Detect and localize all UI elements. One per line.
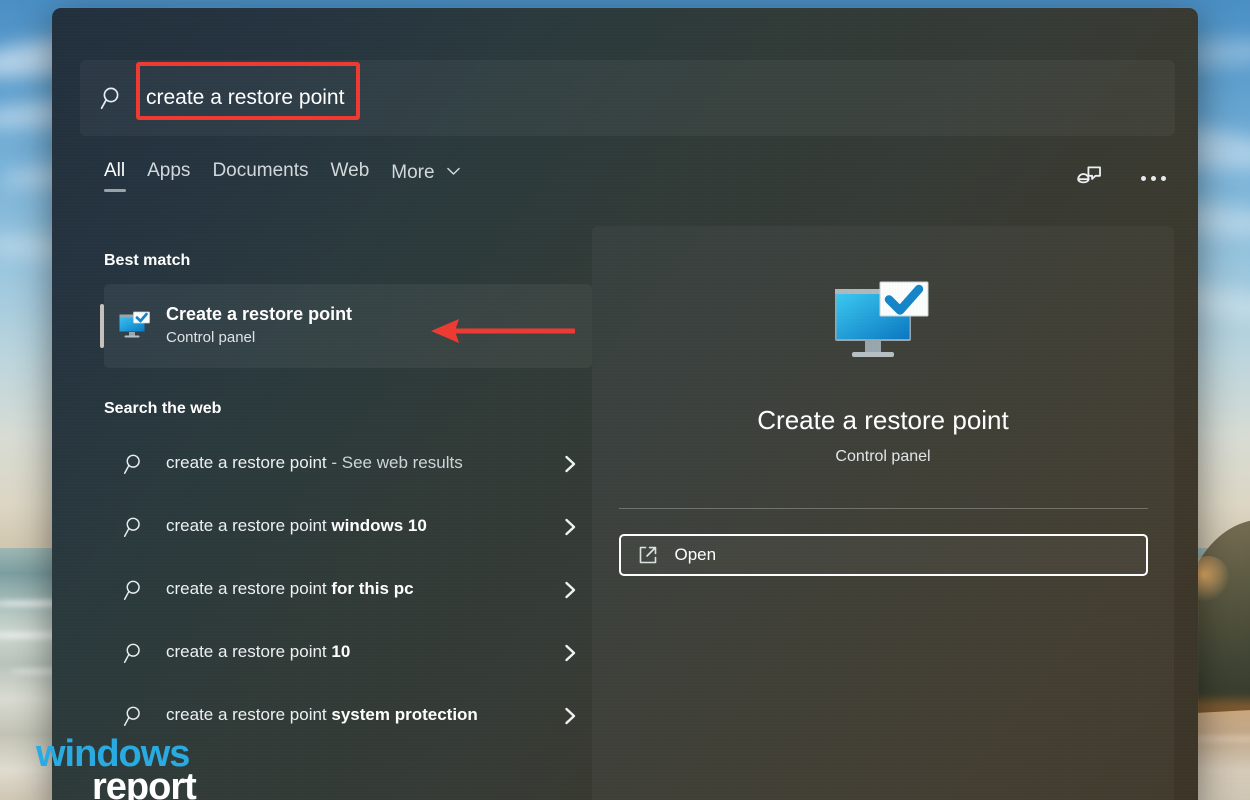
tab-web[interactable]: Web bbox=[331, 156, 392, 196]
tab-all-label: All bbox=[104, 160, 125, 181]
web-result-label: create a restore point system protection bbox=[166, 703, 548, 728]
preview-title: Create a restore point bbox=[592, 406, 1174, 435]
web-results-container: create a restore point - See web results… bbox=[104, 432, 592, 747]
search-icon bbox=[104, 515, 166, 539]
web-result-item[interactable]: create a restore point for this pc bbox=[104, 558, 592, 621]
tab-active-indicator bbox=[104, 189, 126, 192]
chevron-right-icon bbox=[548, 455, 592, 473]
web-result-label: create a restore point windows 10 bbox=[166, 514, 548, 539]
chevron-right-icon bbox=[548, 644, 592, 662]
search-icon bbox=[104, 641, 166, 665]
tab-more-label: More bbox=[391, 162, 434, 183]
tab-apps-label: Apps bbox=[147, 160, 190, 181]
ellipsis-glyph bbox=[1141, 176, 1166, 181]
web-result-label: create a restore point 10 bbox=[166, 640, 548, 665]
best-match-section-header: Best match bbox=[104, 252, 592, 270]
selection-indicator bbox=[100, 304, 104, 348]
external-link-icon bbox=[621, 545, 675, 565]
search-the-web-section-header: Search the web bbox=[104, 400, 592, 418]
chevron-down-icon bbox=[447, 160, 460, 182]
desktop-wallpaper: All Apps Documents Web More bbox=[0, 0, 1250, 800]
tab-documents[interactable]: Documents bbox=[212, 156, 330, 196]
chevron-right-icon bbox=[548, 707, 592, 725]
search-filter-tabs: All Apps Documents Web More bbox=[104, 156, 482, 198]
feedback-icon[interactable] bbox=[1068, 158, 1110, 198]
web-result-item[interactable]: create a restore point windows 10 bbox=[104, 495, 592, 558]
web-result-item[interactable]: create a restore point system protection bbox=[104, 684, 592, 747]
search-bar[interactable] bbox=[80, 60, 1175, 136]
chevron-right-icon bbox=[548, 518, 592, 536]
windows-search-panel: All Apps Documents Web More bbox=[52, 8, 1198, 800]
web-result-item[interactable]: create a restore point 10 bbox=[104, 621, 592, 684]
best-match-result-item[interactable]: Create a restore point Control panel bbox=[104, 284, 592, 368]
tab-documents-label: Documents bbox=[212, 160, 308, 181]
tab-apps[interactable]: Apps bbox=[147, 156, 212, 196]
tab-all[interactable]: All bbox=[104, 156, 147, 196]
search-icon bbox=[104, 578, 166, 602]
open-button-label: Open bbox=[675, 545, 717, 565]
preview-subtitle: Control panel bbox=[592, 448, 1174, 466]
result-preview-pane: Create a restore point Control panel Ope… bbox=[592, 226, 1174, 800]
search-icon bbox=[80, 85, 146, 111]
web-result-item[interactable]: create a restore point - See web results bbox=[104, 432, 592, 495]
web-result-label: create a restore point - See web results bbox=[166, 451, 548, 476]
tab-more[interactable]: More bbox=[391, 156, 482, 198]
best-match-subtitle: Control panel bbox=[166, 330, 352, 347]
open-button[interactable]: Open bbox=[619, 534, 1148, 576]
search-icon bbox=[104, 704, 166, 728]
search-results-list: Best match bbox=[52, 216, 592, 800]
tab-web-label: Web bbox=[331, 160, 370, 181]
search-input[interactable] bbox=[146, 60, 1175, 136]
monitor-checkmark-icon bbox=[104, 310, 166, 342]
preview-divider bbox=[619, 508, 1148, 509]
search-header-actions bbox=[1068, 158, 1174, 198]
monitor-checkmark-icon bbox=[831, 276, 935, 372]
more-options-icon[interactable] bbox=[1132, 158, 1174, 198]
chevron-right-icon bbox=[548, 581, 592, 599]
best-match-title: Create a restore point bbox=[166, 305, 352, 325]
web-result-label: create a restore point for this pc bbox=[166, 577, 548, 602]
search-icon bbox=[104, 452, 166, 476]
